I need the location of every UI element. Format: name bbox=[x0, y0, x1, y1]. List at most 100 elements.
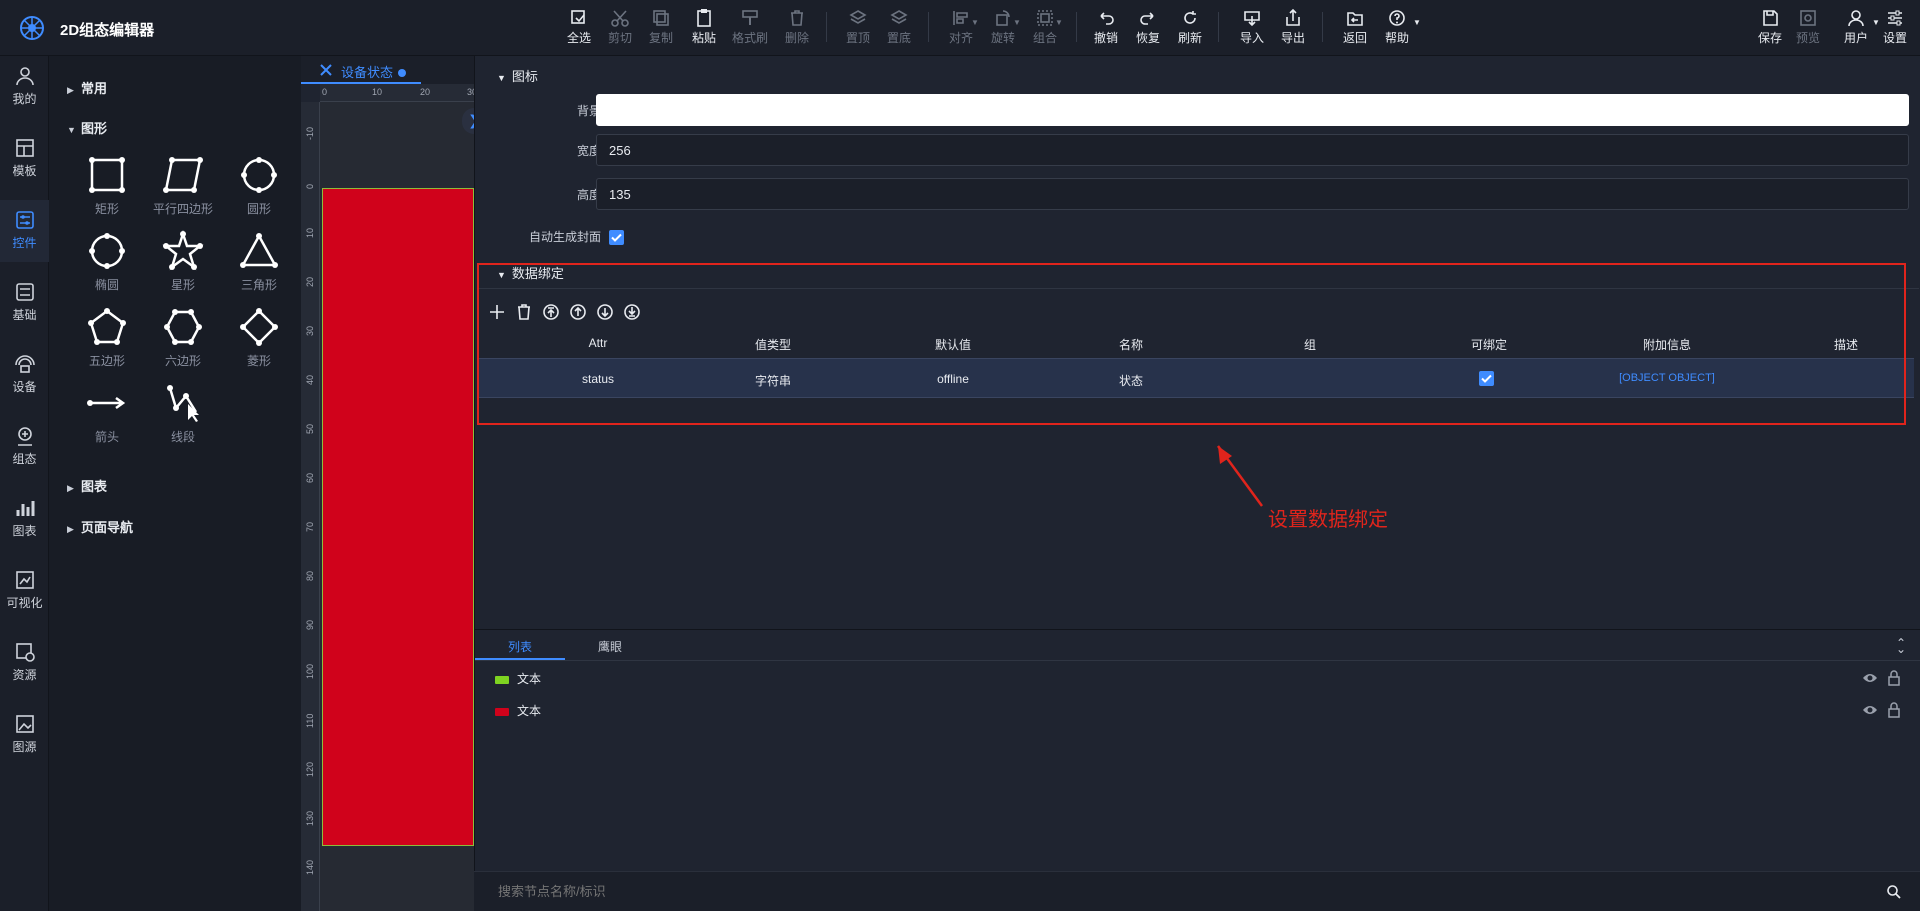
width-label: 宽度 bbox=[576, 144, 601, 158]
settings-button[interactable]: 设置 bbox=[1875, 8, 1915, 52]
nav-item-basic[interactable]: 基础 bbox=[0, 272, 49, 334]
ruler-tick-label: 40 bbox=[305, 374, 315, 385]
caret-right-icon: ▶ bbox=[67, 85, 74, 95]
user-button[interactable]: 用户 ▼ bbox=[1836, 8, 1880, 52]
shape-polyline[interactable]: 线段 bbox=[145, 380, 221, 452]
shape-hexagon[interactable]: 六边形 bbox=[145, 304, 221, 376]
arrow-right-icon bbox=[87, 396, 126, 410]
height-label: 高度 bbox=[576, 188, 601, 202]
controls-icon bbox=[15, 211, 34, 229]
import-button[interactable]: 导入 bbox=[1232, 8, 1272, 52]
category-common[interactable]: ▶ 常用 bbox=[67, 78, 107, 97]
caret-down-icon: ▼ bbox=[67, 125, 76, 135]
nav-item-visualization[interactable]: 可视化 bbox=[0, 560, 49, 622]
user-icon bbox=[1848, 10, 1864, 27]
bar-chart-icon bbox=[16, 501, 34, 516]
layer-item[interactable]: 文本 bbox=[495, 702, 541, 724]
background-input[interactable] bbox=[596, 94, 1909, 126]
app-title: 2D组态编辑器 bbox=[60, 22, 155, 39]
canvas-red-shape[interactable] bbox=[322, 188, 474, 846]
category-charts[interactable]: ▶ 图表 bbox=[67, 476, 107, 495]
shape-ellipse[interactable]: 椭圆 bbox=[69, 228, 145, 300]
nav-item-image-sources[interactable]: 图源 bbox=[0, 704, 49, 766]
export-button[interactable]: 导出 bbox=[1273, 8, 1313, 52]
rotate-icon bbox=[996, 10, 1010, 26]
shape-circle[interactable]: 圆形 bbox=[221, 152, 297, 224]
text-layer-icon bbox=[495, 707, 509, 716]
nav-item-mine[interactable]: 我的 bbox=[0, 56, 49, 118]
copy-button[interactable]: 复制 bbox=[641, 8, 681, 52]
layer-panel: 列表 鹰眼 ⌃ ⌄ 文本 文本 bbox=[474, 629, 1920, 911]
text-layer-icon bbox=[495, 675, 509, 684]
ruler-tick-label: 120 bbox=[305, 761, 315, 777]
nav-item-configuration[interactable]: 组态 bbox=[0, 416, 49, 478]
height-input[interactable]: 135 bbox=[596, 178, 1909, 210]
caret-down-icon: ▼ bbox=[497, 73, 506, 83]
section-icon[interactable]: ▼ 图标 bbox=[497, 66, 538, 85]
check-icon bbox=[611, 233, 622, 242]
width-input[interactable]: 256 bbox=[596, 134, 1909, 166]
nav-item-resources[interactable]: 资源 bbox=[0, 632, 49, 694]
tab-eagle-eye[interactable]: 鹰眼 bbox=[565, 630, 655, 660]
nav-item-devices[interactable]: 设备 bbox=[0, 344, 49, 406]
cut-button[interactable]: 剪切 bbox=[600, 8, 640, 52]
lock-icon[interactable] bbox=[1886, 670, 1902, 686]
eye-icon[interactable] bbox=[1862, 702, 1878, 718]
select-all-button[interactable]: 全选 bbox=[559, 8, 599, 52]
shape-rectangle[interactable]: 矩形 bbox=[69, 152, 145, 224]
top-toolbar: 2D组态编辑器 全选 剪切 复制 粘贴 格式刷 删除 置顶 置底 对齐 ▼ 旋转 ▼… bbox=[0, 0, 1920, 56]
triangle-icon bbox=[240, 233, 278, 268]
nav-item-templates[interactable]: 模板 bbox=[0, 128, 49, 190]
redo-button[interactable]: 恢复 bbox=[1128, 8, 1168, 52]
shape-parallelogram[interactable]: 平行四边形 bbox=[145, 152, 221, 224]
back-button[interactable]: 返回 bbox=[1335, 8, 1375, 52]
group-button[interactable]: 组合 ▼ bbox=[1025, 8, 1065, 52]
node-search-input[interactable] bbox=[498, 884, 1798, 899]
ellipse-icon bbox=[89, 233, 125, 269]
refresh-button[interactable]: 刷新 bbox=[1170, 8, 1210, 52]
delete-button[interactable]: 删除 bbox=[777, 8, 817, 52]
parallelogram-icon bbox=[163, 157, 203, 193]
eye-icon[interactable] bbox=[1862, 670, 1878, 686]
shape-pentagon[interactable]: 五边形 bbox=[69, 304, 145, 376]
ruler-tick-label: 60 bbox=[305, 472, 315, 483]
document-tab-bar: 设备状态 bbox=[301, 56, 474, 84]
ruler-tick-label: 20 bbox=[305, 276, 315, 287]
layer-actions bbox=[1862, 702, 1902, 718]
ruler-tick-label: 100 bbox=[305, 663, 315, 679]
rectangle-icon bbox=[89, 157, 125, 193]
annotation-arrow bbox=[1216, 445, 1264, 507]
layer-item[interactable]: 文本 bbox=[495, 670, 541, 692]
layer-actions bbox=[1862, 670, 1902, 686]
refresh-icon bbox=[1184, 11, 1196, 24]
background-label: 背景 bbox=[576, 104, 601, 118]
undo-button[interactable]: 撤销 bbox=[1086, 8, 1126, 52]
format-brush-button[interactable]: 格式刷 bbox=[730, 8, 770, 52]
shape-triangle[interactable]: 三角形 bbox=[221, 228, 297, 300]
nav-item-charts[interactable]: 图表 bbox=[0, 488, 49, 550]
lock-icon[interactable] bbox=[1886, 702, 1902, 718]
paste-button[interactable]: 粘贴 bbox=[684, 8, 724, 52]
chevron-down-icon: ▼ bbox=[971, 18, 979, 27]
autocover-checkbox[interactable] bbox=[609, 230, 624, 245]
tab-list[interactable]: 列表 bbox=[475, 630, 565, 660]
send-to-back-button[interactable]: 置底 bbox=[879, 8, 919, 52]
nav-item-controls[interactable]: 控件 bbox=[0, 200, 49, 262]
preview-button[interactable]: 预览 bbox=[1788, 8, 1828, 52]
save-button[interactable]: 保存 bbox=[1750, 8, 1790, 52]
circle-icon bbox=[241, 157, 277, 193]
search-icon[interactable] bbox=[1886, 884, 1902, 900]
bring-to-front-button[interactable]: 置顶 bbox=[838, 8, 878, 52]
shape-arrow[interactable]: 箭头 bbox=[69, 380, 145, 452]
rotate-button[interactable]: 旋转 ▼ bbox=[983, 8, 1023, 52]
ruler-tick-label: -10 bbox=[305, 126, 315, 140]
help-button[interactable]: 帮助 ▼ bbox=[1377, 8, 1421, 52]
category-shapes[interactable]: ▼ 图形 bbox=[67, 118, 107, 137]
shape-diamond[interactable]: 菱形 bbox=[221, 304, 297, 376]
shape-star[interactable]: 星形 bbox=[145, 228, 221, 300]
align-button[interactable]: 对齐 ▼ bbox=[941, 8, 981, 52]
vertical-ruler: -10 0 10 20 30 40 50 60 70 80 90 100 110 120 130 140 bbox=[301, 102, 320, 911]
scissors-icon bbox=[611, 10, 629, 27]
tab-device-status[interactable]: 设备状态 bbox=[301, 56, 421, 84]
category-page-nav[interactable]: ▶ 页面导航 bbox=[67, 517, 133, 536]
